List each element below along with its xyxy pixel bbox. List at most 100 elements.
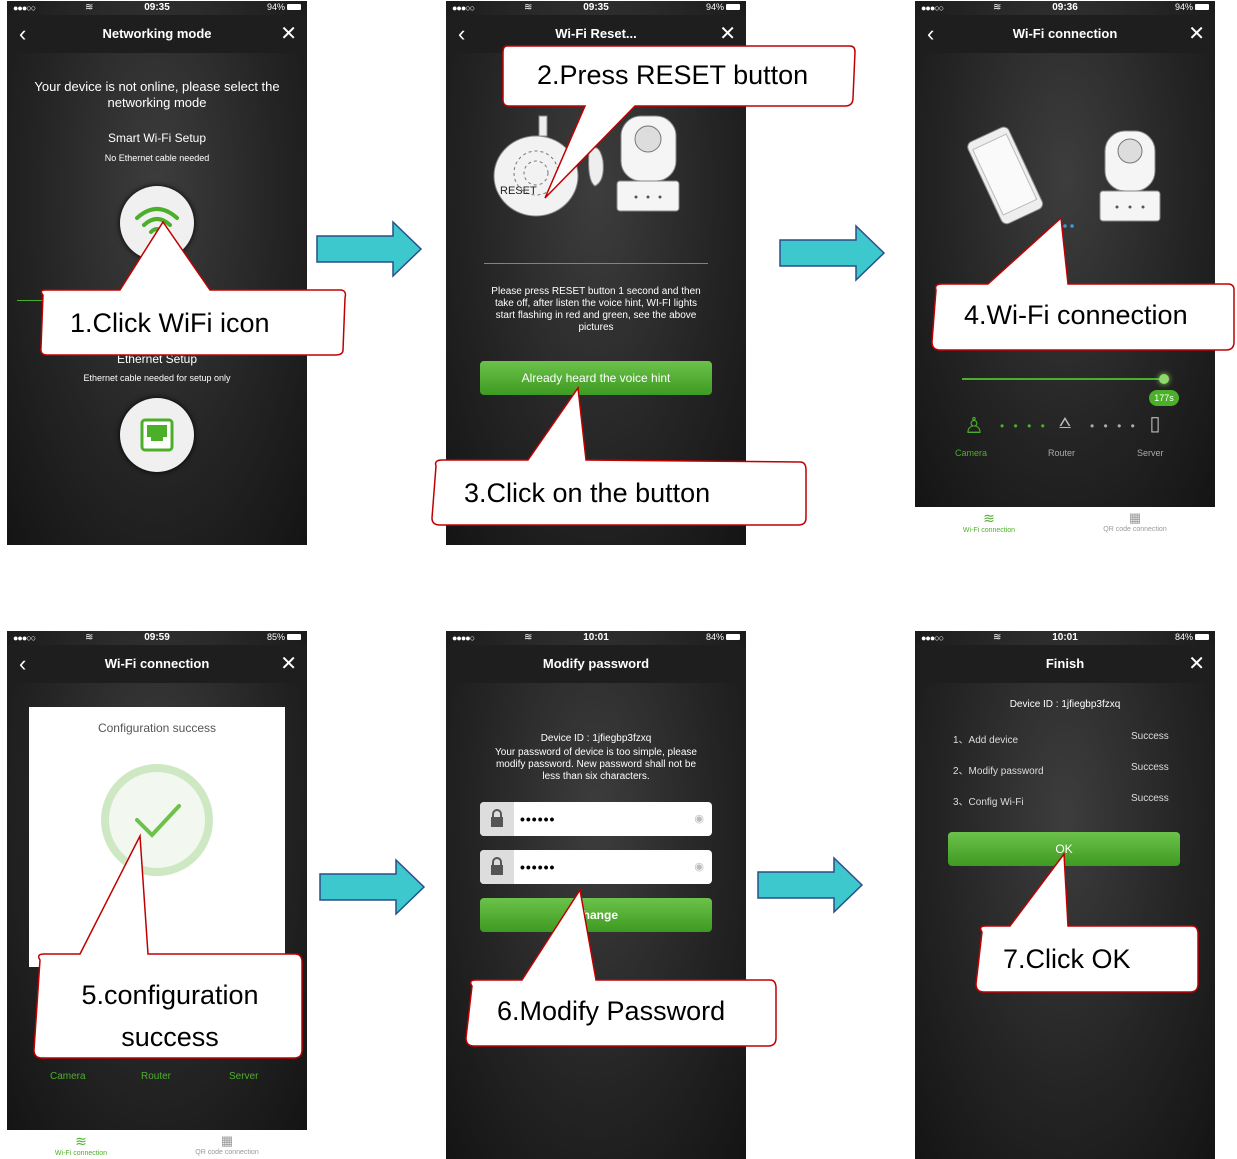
- callout-3-text: 3.Click on the button: [464, 478, 711, 508]
- battery-percent: 85%: [266, 632, 285, 642]
- battery-percent: 94%: [266, 2, 285, 12]
- ethernet-setup-subtitle: Ethernet cable needed for setup only: [83, 373, 231, 383]
- tab-bar: ≋ Wi-Fi connection ▦ QR code connection: [7, 1130, 307, 1159]
- dialog-title: Configuration success: [97, 721, 217, 735]
- battery-percent: 84%: [705, 632, 724, 642]
- nav-bar: Modify password: [446, 645, 746, 683]
- tab-wifi-connection[interactable]: ≋ Wi-Fi connection: [31, 1133, 131, 1157]
- step-status: Success: [1131, 762, 1169, 773]
- flow-arrow-2: [779, 224, 886, 282]
- battery-icon: [287, 634, 301, 640]
- callout-1-text: 1.Click WiFi icon: [70, 308, 270, 338]
- step-label: 1、Add device: [953, 735, 1019, 746]
- qr-code-icon: ▦: [1128, 510, 1142, 525]
- device-id: Device ID : 1jfiegbp3fzxq: [540, 733, 652, 744]
- qr-code-icon: ▦: [220, 1133, 234, 1148]
- tab-qr-connection[interactable]: ▦ QR code connection: [1085, 510, 1185, 533]
- new-password-field[interactable]: •••••• ◉: [480, 802, 712, 836]
- nav-bar: ‹ Wi-Fi connection ✕: [7, 645, 307, 683]
- tab-label: QR code connection: [195, 1149, 259, 1156]
- callout-5-text: 5.configuration success: [81, 980, 259, 1052]
- callout-4-bubble: [931, 216, 1235, 351]
- eye-icon[interactable]: ◉: [694, 860, 704, 873]
- close-icon[interactable]: ✕: [1188, 651, 1205, 676]
- camera-node-icon: ♙: [964, 413, 984, 438]
- tab-bar: ≋ Wi-Fi connection ▦ QR code connection: [915, 507, 1215, 547]
- connect-dots-2: • • • •: [1090, 419, 1138, 433]
- callout-2-text: 2.Press RESET button: [537, 60, 809, 90]
- device-id: Device ID : 1jfiegbp3fzxq: [1009, 699, 1121, 710]
- callout-7-bubble: [975, 851, 1199, 993]
- callout-4-text: 4.Wi-Fi connection: [964, 300, 1188, 330]
- progress-line: [484, 263, 708, 264]
- offline-message: Your device is not online, please select…: [34, 79, 280, 110]
- router-node-label: Router: [141, 1071, 172, 1082]
- battery-percent: 94%: [1174, 2, 1193, 12]
- tab-label: QR code connection: [1103, 526, 1167, 533]
- battery-icon: [726, 4, 740, 10]
- reset-instruction: Please press RESET button 1 second and t…: [491, 286, 701, 333]
- page-title: Finish: [1045, 656, 1085, 671]
- close-icon[interactable]: ✕: [280, 651, 297, 676]
- flow-arrow-3: [319, 858, 426, 916]
- lock-icon: [480, 802, 514, 836]
- status-bar: ●●●○○ ≋ 09:36 94%: [915, 1, 1215, 15]
- wifi-tab-icon: ≋: [983, 510, 995, 526]
- step-status: Success: [1131, 731, 1169, 742]
- connect-dots: • • • •: [1000, 419, 1048, 433]
- confirm-mask: ••••••: [520, 859, 556, 875]
- step-label: 2、Modify password: [953, 766, 1044, 777]
- countdown-badge: 177s: [1149, 390, 1179, 406]
- password-mask: ••••••: [520, 811, 556, 827]
- status-bar: ●●●○○ ≋ 09:35 94%: [446, 1, 746, 15]
- eye-icon[interactable]: ◉: [694, 812, 704, 825]
- page-title: Wi-Fi connection: [1012, 26, 1118, 41]
- step-label: 3、Config Wi-Fi: [953, 797, 1024, 808]
- ethernet-icon: [140, 418, 174, 452]
- tab-wifi-connection[interactable]: ≋ Wi-Fi connection: [939, 510, 1039, 534]
- battery-icon: [1195, 634, 1209, 640]
- server-node-label: Server: [229, 1071, 259, 1082]
- tab-label: Wi-Fi connection: [962, 527, 1016, 534]
- nav-bar: Finish ✕: [915, 645, 1215, 683]
- camera-node-label: Camera: [50, 1071, 86, 1082]
- status-time: 09:36: [1052, 2, 1078, 13]
- router-node-icon: ⩟: [1058, 411, 1072, 433]
- camera-node-label: Camera: [955, 448, 988, 458]
- router-node-label: Router: [1048, 448, 1076, 458]
- callout-6-text: 6.Modify Password: [497, 996, 726, 1026]
- status-time: 09:35: [583, 2, 609, 13]
- status-time: 10:01: [583, 632, 609, 643]
- battery-percent: 84%: [1174, 632, 1193, 642]
- server-node-icon: ▯: [1149, 413, 1161, 435]
- page-title: Networking mode: [102, 26, 212, 41]
- close-icon[interactable]: ✕: [280, 21, 297, 46]
- battery-percent: 94%: [705, 2, 724, 12]
- ethernet-setup-button[interactable]: [120, 398, 194, 472]
- smart-wifi-subtitle: No Ethernet cable needed: [104, 153, 210, 163]
- battery-icon: [287, 4, 301, 10]
- smart-wifi-title: Smart Wi-Fi Setup: [107, 131, 206, 145]
- page-title: Wi-Fi connection: [104, 656, 210, 671]
- nav-bar: ‹ Networking mode ✕: [7, 15, 307, 53]
- progress-knob: [1159, 374, 1169, 384]
- status-time: 09:59: [144, 632, 170, 643]
- battery-icon: [1195, 4, 1209, 10]
- status-bar: ●●●○○ ≋ 10:01 84%: [915, 631, 1215, 645]
- status-bar: ●●●○○ ≋ 09:35 94%: [7, 1, 307, 15]
- status-bar: ●●●○○ ≋ 09:59 85%: [7, 631, 307, 645]
- step-status: Success: [1131, 793, 1169, 804]
- callout-7-text: 7.Click OK: [1003, 944, 1131, 974]
- battery-icon: [726, 634, 740, 640]
- close-icon[interactable]: ✕: [1188, 21, 1205, 46]
- progress-bar: [962, 378, 1164, 380]
- tab-label: Wi-Fi connection: [54, 1150, 108, 1157]
- status-time: 10:01: [1052, 632, 1078, 643]
- status-bar: ●●●●○ ≋ 10:01 84%: [446, 631, 746, 645]
- lock-icon: [480, 850, 514, 884]
- tab-qr-connection[interactable]: ▦ QR code connection: [177, 1133, 277, 1156]
- nav-bar: ‹ Wi-Fi connection ✕: [915, 15, 1215, 53]
- page-title: Modify password: [542, 656, 650, 671]
- confirm-password-field[interactable]: •••••• ◉: [480, 850, 712, 884]
- status-time: 09:35: [144, 2, 170, 13]
